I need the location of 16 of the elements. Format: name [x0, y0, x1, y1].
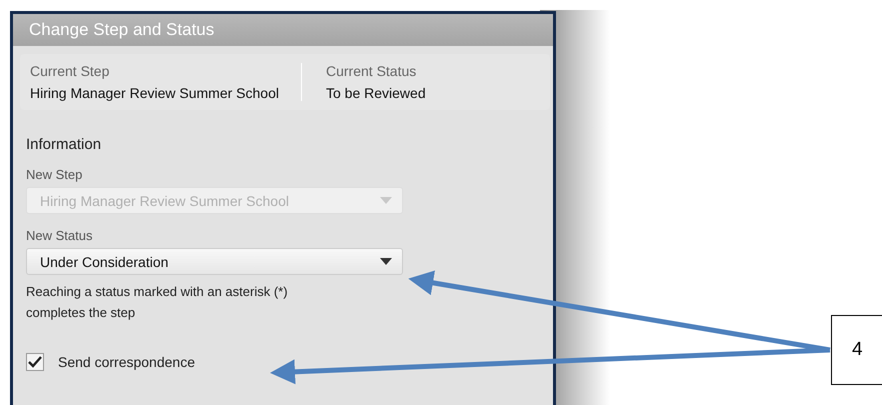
- send-correspondence-checkbox[interactable]: Send correspondence: [26, 353, 546, 371]
- callout-label: 4: [831, 315, 882, 385]
- info-label: Current Status: [326, 63, 418, 79]
- field-label: New Step: [26, 167, 84, 182]
- info-label: Current Step: [30, 63, 110, 79]
- checkmark-icon: [27, 355, 43, 369]
- caret-icon: [380, 258, 392, 265]
- info-value: To be Reviewed: [326, 85, 426, 101]
- dialog-title: Change Step and Status: [29, 20, 214, 40]
- dropdown[interactable]: Under Consideration: [26, 248, 403, 275]
- info-value: Hiring Manager Review Summer School: [30, 85, 279, 101]
- caret-icon: [380, 197, 392, 204]
- field-label: New Status: [26, 228, 94, 243]
- checkbox[interactable]: [26, 353, 44, 371]
- section-heading: Information: [26, 136, 102, 153]
- hint-text: Reaching a status marked with an asterisk (*) completes the step: [26, 283, 289, 322]
